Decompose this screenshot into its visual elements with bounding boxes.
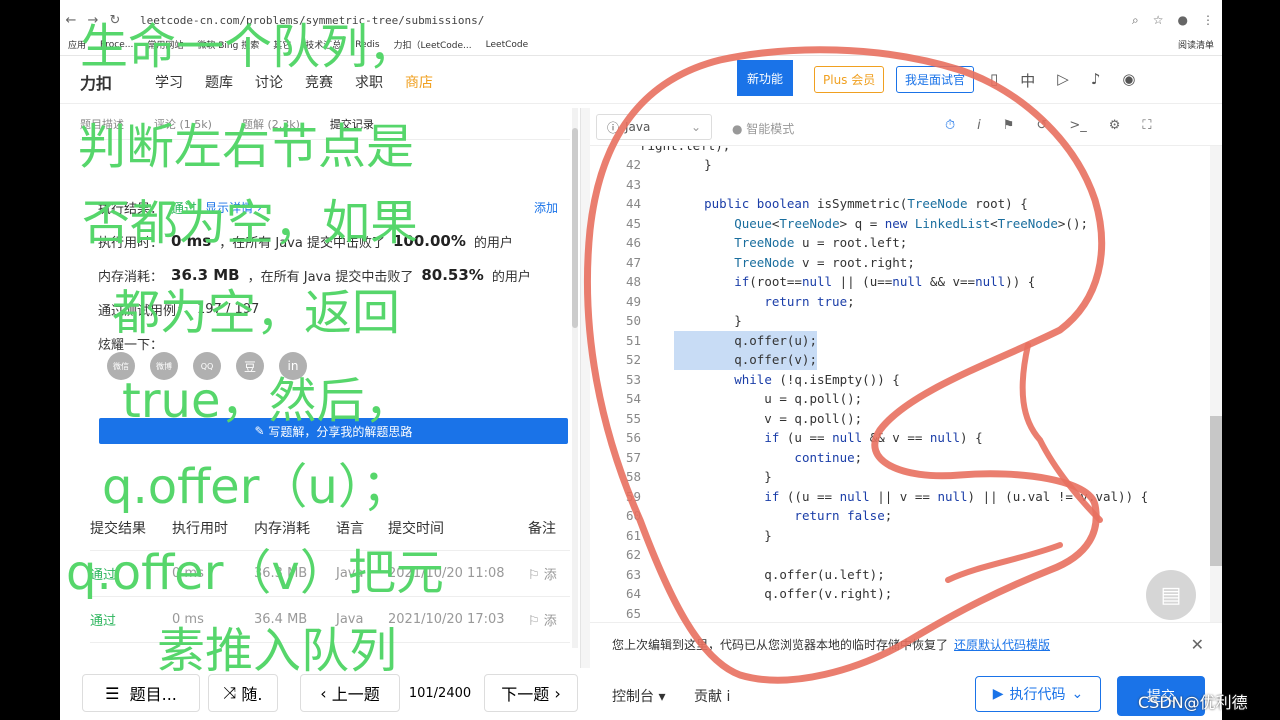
caption-line: 生命一个队列， — [80, 19, 417, 75]
caption-line: q.offer（v）把元 — [66, 545, 444, 601]
caption-overlay: 生命一个队列， 判断左右节点是 否都为空，如果 都为空，返回 true，然后， … — [62, 14, 602, 714]
caption-line: 素推入队列 — [157, 623, 398, 679]
caption-line: 判断左右节点是 — [78, 119, 415, 175]
caption-line: true，然后， — [122, 373, 413, 429]
caption-line: 都为空，返回 — [112, 285, 401, 341]
caption-line: 否都为空，如果 — [82, 195, 419, 251]
caption-line: q.offer（u）； — [102, 459, 410, 515]
watermark: CSDN@优利德 — [1138, 693, 1248, 712]
